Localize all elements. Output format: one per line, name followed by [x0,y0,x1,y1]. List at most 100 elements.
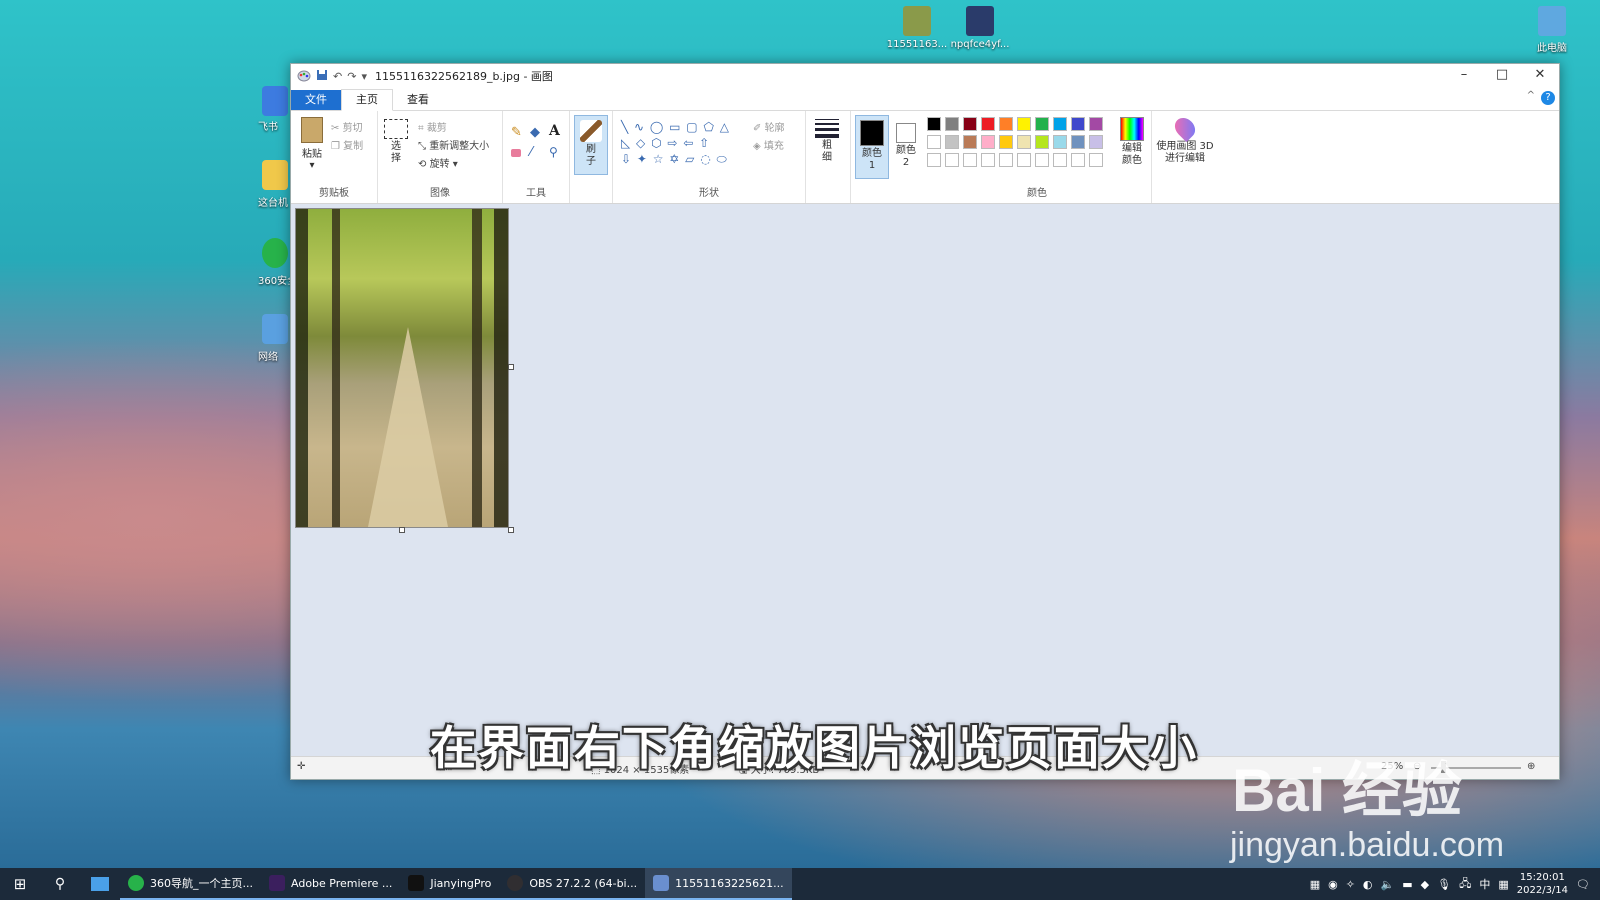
shapes-gallery[interactable]: ╲ ∿ ◯ ▭ ▢ ⬠ △ ◺ ◇ ⬡ ⇨ ⇦ ⇧ ⇩ ✦ ☆ ✡ ▱ ◌ ⬭ [621,119,749,167]
taskbar-app-obs[interactable]: OBS 27.2.2 (64-bi... [499,868,646,900]
color-swatch[interactable] [1017,135,1031,149]
redo-icon[interactable]: ↷ [347,70,356,83]
color-picker-icon[interactable]: ⁄ [530,145,532,160]
resize-handle-bottom[interactable] [399,527,405,533]
image-file-icon [903,6,931,36]
color-swatch[interactable] [1071,153,1085,167]
text-tool-icon[interactable]: A [549,123,560,139]
color-swatch[interactable] [963,117,977,131]
title-bar[interactable]: ↶ ↷ ▾ 1155116322562189_b.jpg - 画图 – □ ✕ [291,64,1559,88]
ime-mode-icon[interactable]: ▦ [1498,878,1508,891]
paint3d-button[interactable]: 使用画图 3D 进行编辑 [1156,113,1214,165]
volume-icon[interactable]: 🔈 [1381,878,1395,891]
ime-indicator[interactable]: 中 [1479,876,1490,892]
color-swatch[interactable] [1017,153,1031,167]
color-swatch[interactable] [927,117,941,131]
help-icon[interactable]: ? [1541,91,1555,105]
feishu-icon[interactable] [262,86,288,116]
tab-home[interactable]: 主页 [341,89,393,111]
search-icon[interactable]: ⚲ [40,876,80,892]
desktop-icon-image2[interactable]: npqfce4yf... [948,6,1012,50]
color-swatch[interactable] [1053,117,1067,131]
taskbar-app-360[interactable]: 360导航_一个主页... [120,868,261,900]
image-canvas[interactable] [295,208,509,528]
color-swatch[interactable] [945,117,959,131]
color-swatch[interactable] [981,135,995,149]
color-swatch[interactable] [963,153,977,167]
color-swatch[interactable] [927,135,941,149]
notification-icon[interactable]: 🗨 [1576,878,1590,891]
tab-view[interactable]: 查看 [393,90,443,110]
paste-button[interactable]: 粘贴 ▾ [297,117,327,171]
color-swatch[interactable] [981,117,995,131]
maximize-button[interactable]: □ [1483,64,1521,88]
rotate-button[interactable]: ⟲ 旋转 ▾ [418,155,458,170]
windows-start-icon[interactable]: ⊞ [0,875,40,893]
color2-button[interactable]: 颜色 2 [891,115,921,169]
zoom-in-icon[interactable]: ⊕ [1527,761,1535,772]
color-swatch[interactable] [927,153,941,167]
crop-button[interactable]: ⌗ 裁剪 [418,119,447,134]
color1-button[interactable]: 颜色 1 [855,115,889,179]
color-swatch[interactable] [1035,117,1049,131]
color-swatch[interactable] [981,153,995,167]
save-icon[interactable] [316,69,328,84]
folder-icon[interactable] [262,160,288,190]
file-explorer-icon[interactable] [80,868,120,900]
clock[interactable]: 15:20:01 2022/3/14 [1517,871,1568,897]
network-icon[interactable]: 🖧 [1459,875,1471,894]
tray-app-icon[interactable]: ◉ [1328,878,1338,891]
eraser-icon[interactable] [511,149,521,157]
close-button[interactable]: ✕ [1521,64,1559,88]
taskbar-app-paint[interactable]: 11551163225621... [645,868,792,900]
collapse-ribbon-icon[interactable]: ^ [1527,90,1535,101]
microphone-icon[interactable]: 🎙 [1437,878,1451,891]
tray-app-icon[interactable]: ◆ [1421,878,1429,891]
tab-file[interactable]: 文件 [291,90,341,110]
tray-app-icon[interactable]: ▬ [1402,878,1412,891]
magnifier-icon[interactable]: ⚲ [549,145,558,159]
tray-app-icon[interactable]: ✧ [1346,878,1355,891]
undo-icon[interactable]: ↶ [333,70,342,83]
resize-handle-corner[interactable] [508,527,514,533]
canvas-area[interactable] [291,204,1559,756]
color-swatch[interactable] [1053,135,1067,149]
fill-bucket-icon[interactable]: ◆ [530,125,540,140]
minimize-button[interactable]: – [1445,64,1483,88]
network-icon[interactable] [262,314,288,344]
color-swatch[interactable] [1089,117,1103,131]
desktop-icon-image1[interactable]: 11551163... [885,6,949,50]
color-swatch[interactable] [1035,153,1049,167]
taskbar-app-jianying[interactable]: JianyingPro [400,868,500,900]
color-swatch[interactable] [963,135,977,149]
select-button[interactable]: 选择 [382,119,410,165]
fill-button[interactable]: ◈ 填充 [753,137,784,152]
browser-360-icon[interactable] [262,238,288,268]
desktop-icon-this-pc[interactable]: 此电脑 [1520,6,1584,54]
customize-toolbar-icon[interactable]: ▾ [361,70,367,83]
color-swatch[interactable] [999,135,1013,149]
obs-tray-icon[interactable]: ◐ [1363,878,1373,891]
cut-button[interactable]: ✂ 剪切 [331,119,363,134]
color-swatch[interactable] [1053,153,1067,167]
brushes-button[interactable]: 刷子 [574,115,608,175]
color-swatch[interactable] [999,153,1013,167]
input-grid-icon[interactable]: ▦ [1310,878,1320,891]
resize-handle-right[interactable] [508,364,514,370]
pencil-icon[interactable]: ✎ [511,125,522,140]
color-swatch[interactable] [945,135,959,149]
resize-button[interactable]: ⤡ 重新调整大小 [418,137,489,152]
color-swatch[interactable] [999,117,1013,131]
copy-button[interactable]: ❐ 复制 [331,137,363,152]
color-swatch[interactable] [1089,135,1103,149]
color-swatch[interactable] [1071,117,1085,131]
outline-button[interactable]: ✐ 轮廓 [753,119,785,134]
color-swatch[interactable] [1035,135,1049,149]
color-swatch[interactable] [1089,153,1103,167]
taskbar-app-premiere[interactable]: Adobe Premiere ... [261,868,401,900]
edit-colors-button[interactable]: 编辑颜色 [1117,117,1147,167]
color-swatch[interactable] [945,153,959,167]
color-swatch[interactable] [1071,135,1085,149]
color-swatch[interactable] [1017,117,1031,131]
size-button[interactable]: 粗细 [812,119,842,164]
